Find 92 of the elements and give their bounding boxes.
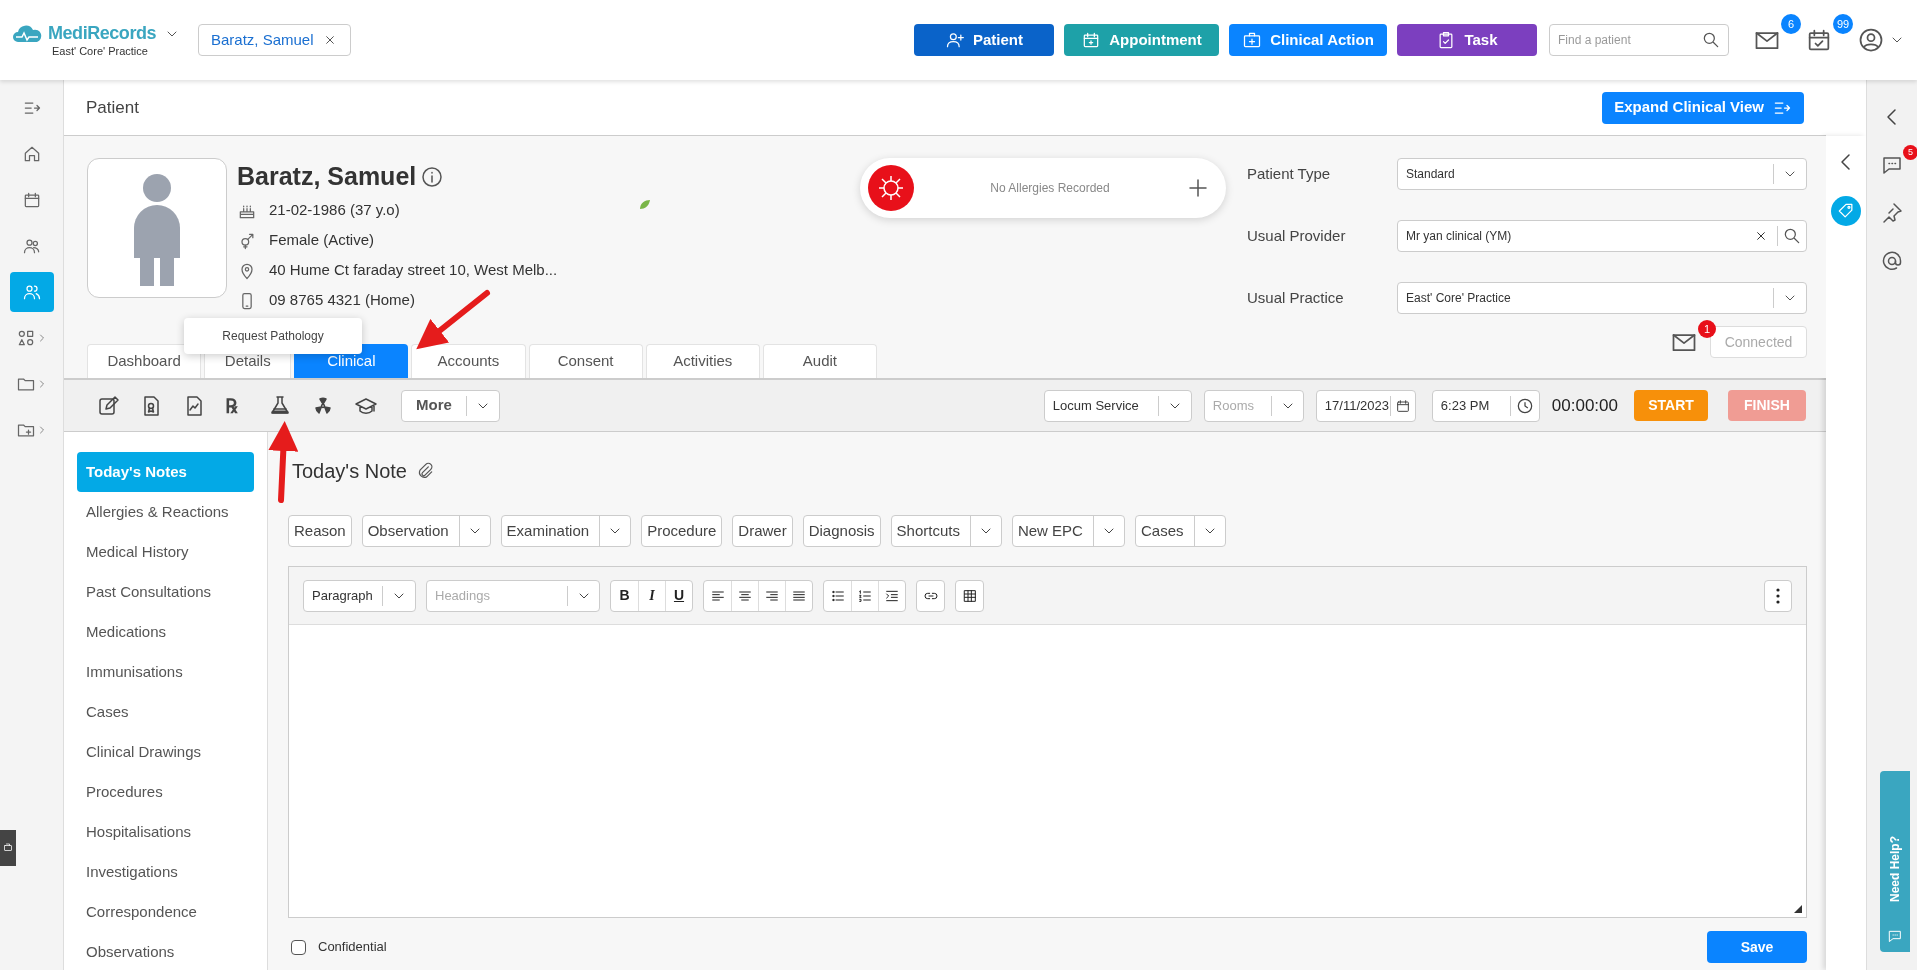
template-button[interactable]: Observation [361, 515, 491, 547]
patient-chip-label[interactable]: Baratz, Samuel [211, 28, 314, 52]
device-icon [2, 842, 14, 854]
block-format-select[interactable]: Paragraph [303, 579, 416, 612]
format-button[interactable]: U [665, 580, 692, 611]
expand-clinical-view-button[interactable]: Expand Clinical View [1602, 91, 1804, 124]
task-button[interactable]: Task [1397, 24, 1537, 56]
more-dropdown[interactable]: More [401, 389, 500, 422]
format-icon [961, 587, 978, 604]
menu-item[interactable]: Past Consultations [77, 572, 254, 612]
tab[interactable]: Consent [528, 344, 643, 378]
clinical-button[interactable]: Clinical Action [1229, 24, 1387, 56]
field-label: Patient Type [1247, 163, 1332, 184]
page-title: Patient [86, 96, 139, 119]
select-field[interactable]: East' Core' Practice [1397, 282, 1807, 314]
tag-button[interactable] [1831, 196, 1861, 226]
search-field[interactable]: Mr yan clinical (YM) [1397, 220, 1807, 252]
template-button[interactable]: Drawer [732, 515, 793, 547]
patient-detail: 40 Hume Ct faraday street 10, West Melb... [269, 260, 558, 281]
edit-note-icon[interactable] [96, 393, 120, 418]
search-icon [1701, 30, 1721, 50]
side-tab[interactable] [0, 830, 16, 866]
prescription-icon[interactable]: ℞ [225, 390, 237, 421]
menu-item[interactable]: Investigations [77, 852, 254, 892]
template-button[interactable]: Diagnosis [802, 515, 881, 547]
time-field[interactable]: 6:23 PM [1431, 389, 1540, 422]
chat-icon [1887, 928, 1903, 944]
template-button[interactable]: Reason [288, 515, 352, 547]
select-field[interactable]: Standard [1397, 158, 1807, 190]
count-badge: 6 [1781, 14, 1801, 34]
plus-icon[interactable] [1186, 176, 1210, 200]
format-button[interactable]: I [638, 580, 665, 611]
field-label: Usual Provider [1247, 225, 1347, 246]
headings-select[interactable]: Headings [426, 579, 600, 612]
patient-detail: 21-02-1986 (37 y.o) [269, 200, 400, 221]
tab[interactable]: Activities [645, 344, 760, 378]
more-icon [1776, 587, 1780, 604]
menu-item[interactable]: Hospitalisations [77, 812, 254, 852]
date-field[interactable]: 17/11/2023 [1315, 389, 1416, 422]
note-title: Today's Note [292, 459, 407, 484]
menu-item[interactable]: Clinical Drawings [77, 732, 254, 772]
info-icon[interactable] [420, 164, 445, 189]
tab[interactable]: Accounts [411, 344, 526, 378]
search-field[interactable]: Find a patient [1549, 24, 1729, 56]
select-value: Locum Service [1052, 396, 1140, 415]
tab[interactable]: Dashboard [87, 344, 202, 378]
search-icon[interactable] [1782, 226, 1802, 246]
template-button[interactable]: Shortcuts [890, 515, 1002, 547]
count-badge: 99 [1833, 14, 1854, 34]
text-editor[interactable]: Paragraph Headings B I U [288, 566, 1807, 918]
menu-item[interactable]: Cases [77, 692, 254, 732]
menu-item[interactable]: Procedures [77, 772, 254, 812]
count-badge: 1 [1698, 320, 1716, 338]
format-button[interactable]: B [611, 580, 638, 611]
resize-handle-icon[interactable] [1794, 905, 1802, 913]
allergy-status: No Allergies Recorded [989, 180, 1111, 197]
checkbox[interactable] [291, 939, 306, 955]
template-button[interactable]: New EPC [1011, 515, 1125, 547]
menu-item[interactable]: Allergies & Reactions [77, 492, 254, 532]
rooms-select[interactable]: Rooms [1203, 389, 1304, 422]
field-value: Mr yan clinical (YM) [1406, 228, 1513, 245]
menu-item[interactable]: Medications [77, 612, 254, 652]
tooltip: Request Pathology [184, 318, 362, 354]
user-avatar-icon[interactable] [1857, 26, 1885, 54]
patient-name: Baratz, Samuel [237, 161, 417, 192]
tab[interactable]: Audit [762, 344, 878, 378]
practice-name: East' Core' Practice [52, 44, 149, 60]
menu-item[interactable]: Observations [77, 932, 254, 970]
patient-detail: Female (Active) [269, 230, 375, 251]
patient-chip[interactable]: Baratz, Samuel [198, 24, 351, 56]
field-value: Standard [1406, 166, 1456, 183]
format-icon [857, 587, 873, 604]
template-button[interactable]: Examination [500, 515, 632, 547]
template-button[interactable]: Cases [1134, 515, 1226, 547]
service-select[interactable]: Locum Service [1043, 389, 1192, 422]
menu-item[interactable]: Immunisations [77, 652, 254, 692]
calendar-icon [1394, 397, 1411, 414]
menu-item[interactable]: Correspondence [77, 892, 254, 932]
session-timer: 00:00:00 [1551, 394, 1618, 417]
virus-icon [868, 165, 914, 211]
template-button[interactable]: Procedure [641, 515, 723, 547]
checkbox-label: Confidential [318, 938, 387, 957]
pin-icon[interactable] [1880, 201, 1904, 225]
count-badge: 5 [1903, 145, 1917, 160]
patient-button[interactable]: Patient [914, 24, 1054, 56]
save-button[interactable]: Save [1707, 931, 1807, 963]
app-logo: MediRecords [48, 22, 157, 46]
field-label: Usual Practice [1247, 287, 1345, 308]
field-value: East' Core' Practice [1406, 290, 1512, 307]
menu-item[interactable]: Medical History [77, 532, 254, 572]
patient-detail: 09 8765 4321 (Home) [269, 290, 415, 311]
mention-icon[interactable] [1880, 249, 1904, 273]
